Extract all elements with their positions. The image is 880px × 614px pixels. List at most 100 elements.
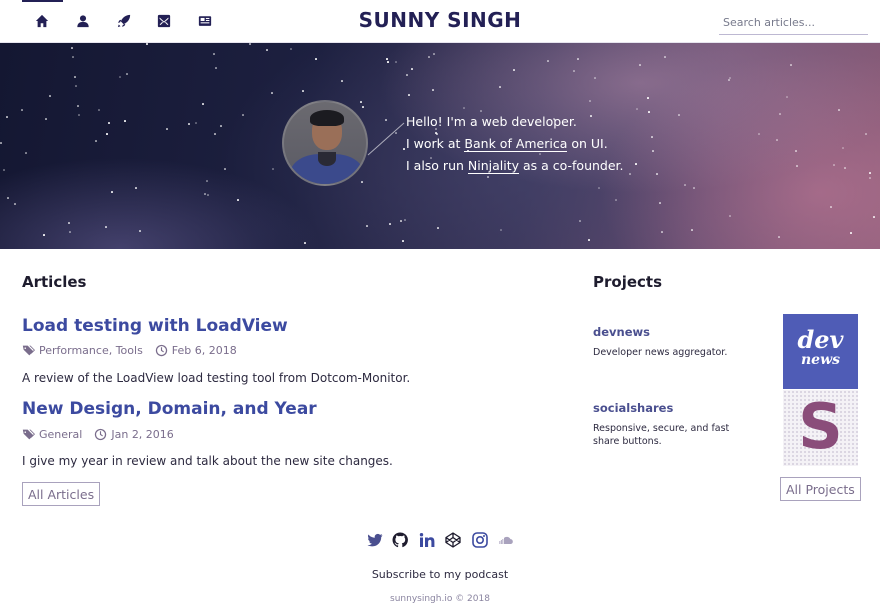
article-title[interactable]: New Design, Domain, and Year [22, 399, 317, 419]
rocket-icon[interactable] [116, 13, 132, 29]
employer-link[interactable]: Bank of America [464, 136, 568, 152]
star [411, 68, 413, 70]
twitter-icon[interactable] [366, 531, 384, 549]
star [304, 242, 306, 244]
star [74, 76, 76, 78]
star [850, 232, 852, 234]
star [577, 58, 579, 60]
github-icon[interactable] [391, 531, 409, 549]
star [796, 165, 798, 167]
article-meta: General Jan 2, 2016 [22, 428, 174, 441]
all-articles-button[interactable]: All Articles [22, 482, 101, 506]
star [362, 106, 364, 108]
star [636, 108, 638, 110]
star [108, 122, 110, 124]
star [729, 215, 731, 217]
star [315, 58, 317, 60]
home-icon[interactable] [34, 13, 50, 29]
star [869, 172, 871, 174]
star [594, 77, 596, 79]
star [213, 53, 215, 55]
star [124, 120, 126, 122]
star [865, 133, 867, 135]
article-title[interactable]: Load testing with LoadView [22, 316, 288, 336]
star [302, 90, 304, 92]
star [45, 118, 47, 120]
star [678, 114, 680, 116]
star [214, 133, 216, 135]
star [838, 109, 840, 111]
star [652, 150, 654, 152]
project-name-socialshares[interactable]: socialshares [593, 401, 673, 415]
top-nav: SUNNY SINGH [0, 0, 880, 43]
project-name-devnews[interactable]: devnews [593, 325, 650, 339]
podcast-link-row: Subscribe to my podcast [0, 568, 880, 581]
star [249, 43, 251, 45]
article-tags[interactable]: General [39, 428, 82, 441]
star [598, 187, 600, 189]
star [75, 85, 77, 87]
socialshares-logo[interactable]: S [783, 390, 858, 466]
star [499, 86, 501, 88]
star [119, 76, 121, 78]
star [366, 225, 368, 227]
star [779, 113, 781, 115]
star [139, 230, 141, 232]
star [105, 226, 107, 228]
star [146, 43, 148, 45]
star [589, 100, 591, 102]
all-projects-button[interactable]: All Projects [780, 477, 861, 501]
project-description: Developer news aggregator. [593, 347, 728, 358]
star [513, 69, 515, 71]
tags-icon [22, 429, 35, 440]
star [206, 180, 208, 182]
star [49, 95, 51, 97]
company-link[interactable]: Ninjality [467, 158, 520, 174]
star [195, 122, 197, 124]
star [842, 147, 844, 149]
star [647, 97, 649, 99]
star [77, 105, 79, 107]
star [629, 173, 631, 175]
star [693, 187, 695, 189]
star [188, 123, 190, 125]
instagram-icon[interactable] [471, 531, 489, 549]
search-input[interactable] [719, 11, 868, 35]
star [437, 227, 439, 229]
article-description: A review of the LoadView load testing to… [22, 371, 411, 385]
nav-active-indicator [22, 0, 63, 2]
star [651, 136, 653, 138]
podcast-link[interactable]: Subscribe to my podcast [372, 568, 508, 581]
star [408, 94, 410, 96]
copyright: sunnysingh.io © 2018 [390, 594, 490, 604]
mail-icon[interactable] [156, 13, 172, 29]
user-icon[interactable] [75, 13, 91, 29]
star [68, 222, 70, 224]
star [202, 103, 204, 105]
star [43, 234, 45, 236]
linkedin-icon[interactable] [418, 531, 436, 549]
star [387, 61, 389, 63]
star [500, 229, 502, 231]
star [844, 167, 846, 169]
star [266, 49, 268, 51]
star [341, 80, 343, 82]
star [7, 197, 9, 199]
star [14, 203, 16, 205]
star [21, 109, 23, 111]
star [869, 177, 871, 179]
star [3, 169, 5, 171]
codepen-icon[interactable] [444, 531, 462, 549]
star [873, 216, 875, 218]
devnews-logo[interactable]: dev news [783, 314, 858, 389]
star [290, 48, 292, 50]
star [728, 79, 730, 81]
hero-banner: Hello! I'm a web developer. I work at Ba… [0, 43, 880, 249]
newspaper-icon[interactable] [197, 13, 213, 29]
tags-icon [22, 345, 35, 356]
article-tags[interactable]: Performance, Tools [39, 344, 143, 357]
star [659, 202, 661, 204]
star [406, 74, 408, 76]
soundcloud-icon[interactable] [497, 531, 515, 549]
star [656, 173, 658, 175]
